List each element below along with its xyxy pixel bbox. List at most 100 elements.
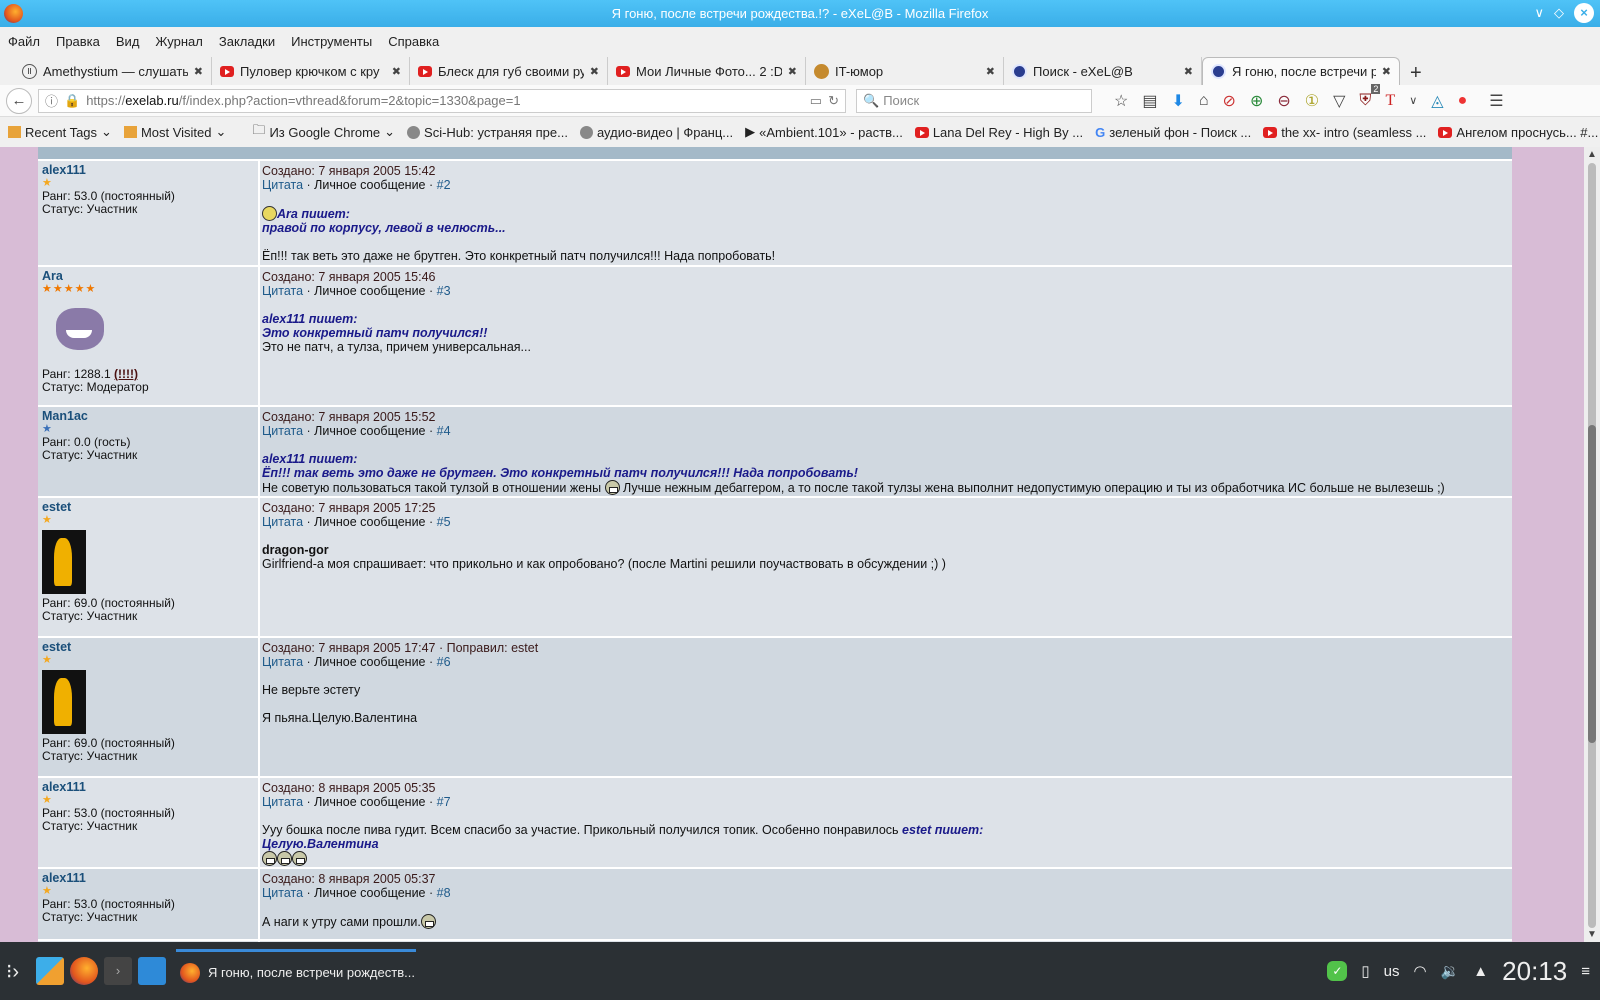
post-number-link[interactable]: #4: [437, 424, 451, 438]
bookmark-audio-video[interactable]: аудио-видео | Франц...: [579, 125, 733, 140]
quote-link[interactable]: Цитата: [262, 515, 303, 529]
pm-link[interactable]: Личное сообщение: [314, 655, 425, 669]
bookmarks-list-icon[interactable]: ▤: [1142, 91, 1157, 111]
bookmark-ambient[interactable]: ▶ «Ambient.101» - раств...: [745, 124, 903, 140]
drop-extension-icon[interactable]: ◬: [1431, 91, 1443, 111]
firefox-icon[interactable]: [70, 957, 98, 985]
zoom-reset-icon[interactable]: ①: [1305, 91, 1319, 111]
menu-history[interactable]: Журнал: [155, 34, 202, 49]
scroll-up-icon[interactable]: ▲: [1587, 149, 1597, 160]
bookmark-recent-tags[interactable]: Recent Tags ⌄: [8, 124, 112, 140]
username-link[interactable]: Man1ac: [42, 410, 254, 423]
minimize-button[interactable]: ∨: [1534, 5, 1544, 21]
zoom-in-icon[interactable]: ⊕: [1250, 91, 1263, 111]
close-tab-icon[interactable]: ✖: [392, 65, 401, 78]
bookmark-thexx[interactable]: the xx- intro (seamless ...: [1263, 125, 1426, 140]
bookmark-angelom[interactable]: Ангелом проснусь... #...: [1438, 125, 1598, 140]
file-manager-icon[interactable]: [138, 957, 166, 985]
close-tab-icon[interactable]: ✖: [986, 65, 995, 78]
menu-file[interactable]: Файл: [8, 34, 40, 49]
chevron-down-icon[interactable]: ∨: [1409, 94, 1417, 107]
scroll-down-icon[interactable]: ▼: [1587, 929, 1597, 940]
post-number-link[interactable]: #5: [437, 515, 451, 529]
noscript-icon[interactable]: ⊘: [1223, 91, 1236, 111]
username-link[interactable]: alex111: [42, 872, 254, 885]
quote-link[interactable]: Цитата: [262, 284, 303, 298]
post-number-link[interactable]: #8: [437, 886, 451, 900]
bookmark-star-icon[interactable]: ☆: [1114, 91, 1128, 111]
close-tab-icon[interactable]: ✖: [788, 65, 797, 78]
maximize-button[interactable]: ◇: [1554, 5, 1564, 21]
search-input[interactable]: 🔍 Поиск: [856, 88, 1092, 113]
color-extension-icon[interactable]: ●: [1458, 92, 1468, 110]
reload-icon[interactable]: ↻: [828, 93, 839, 109]
pm-link[interactable]: Личное сообщение: [314, 515, 425, 529]
close-tab-icon[interactable]: ✖: [1382, 65, 1391, 78]
usb-icon[interactable]: ▯: [1361, 962, 1369, 980]
tab-foto[interactable]: Мои Личные Фото... 2 :D ✖: [608, 57, 806, 85]
post-number-link[interactable]: #7: [437, 795, 451, 809]
menu-bookmarks[interactable]: Закладки: [219, 34, 275, 49]
menu-help[interactable]: Справка: [388, 34, 439, 49]
post-number-link[interactable]: #2: [437, 178, 451, 192]
pm-link[interactable]: Личное сообщение: [314, 424, 425, 438]
close-tab-icon[interactable]: ✖: [1184, 65, 1193, 78]
rank-extra-link[interactable]: (!!!!): [114, 367, 138, 381]
bookmark-most-visited[interactable]: Most Visited ⌄: [123, 124, 226, 140]
post-number-link[interactable]: #6: [437, 655, 451, 669]
home-icon[interactable]: ⌂: [1199, 92, 1209, 110]
page-scrollbar[interactable]: ▲ ▼: [1584, 147, 1600, 942]
bookmark-lana[interactable]: Lana Del Rey - High By ...: [914, 125, 1083, 140]
quote-link[interactable]: Цитата: [262, 178, 303, 192]
translate-icon[interactable]: T: [1385, 92, 1395, 110]
pocket-icon[interactable]: ▽: [1333, 91, 1345, 111]
volume-icon[interactable]: 🔉: [1441, 962, 1460, 980]
zoom-out-icon[interactable]: ⊖: [1277, 91, 1290, 111]
username-link[interactable]: estet: [42, 501, 254, 514]
menu-tools[interactable]: Инструменты: [291, 34, 372, 49]
keyboard-layout[interactable]: us: [1384, 963, 1400, 980]
tab-current-thread[interactable]: Я гоню, после встречи р ✖: [1202, 57, 1400, 85]
bookmark-scihub[interactable]: Sci-Hub: устраняя пре...: [407, 125, 568, 140]
quote-link[interactable]: Цитата: [262, 424, 303, 438]
tab-it-humor[interactable]: IT-юмор ✖: [806, 57, 1004, 85]
close-window-button[interactable]: ×: [1574, 3, 1594, 23]
clock[interactable]: 20:13: [1502, 956, 1567, 987]
scrollbar-thumb[interactable]: [1588, 425, 1596, 743]
tray-expand-icon[interactable]: ▲: [1473, 963, 1488, 980]
tab-blesk[interactable]: Блеск для губ своими ру ✖: [410, 57, 608, 85]
reader-view-icon[interactable]: ▭: [810, 93, 822, 109]
kde-icon[interactable]: [36, 957, 64, 985]
username-link[interactable]: estet: [42, 641, 254, 654]
pm-link[interactable]: Личное сообщение: [314, 795, 425, 809]
hamburger-menu-icon[interactable]: ☰: [1489, 91, 1503, 111]
menu-edit[interactable]: Правка: [56, 34, 100, 49]
username-link[interactable]: alex111: [42, 781, 254, 794]
terminal-icon[interactable]: ›: [104, 957, 132, 985]
pm-link[interactable]: Личное сообщение: [314, 284, 425, 298]
bookmark-from-chrome[interactable]: 🗀 Из Google Chrome ⌄: [252, 121, 395, 143]
download-icon[interactable]: ⬇: [1171, 91, 1184, 111]
pm-link[interactable]: Личное сообщение: [314, 178, 425, 192]
username-link[interactable]: alex111: [42, 164, 254, 177]
tab-amethystium[interactable]: II Amethystium — слушать ✖: [14, 57, 212, 85]
new-tab-button[interactable]: +: [1400, 62, 1432, 85]
app-launcher-icon[interactable]: ⁝›: [6, 959, 30, 984]
quote-link[interactable]: Цитата: [262, 886, 303, 900]
close-tab-icon[interactable]: ✖: [590, 65, 599, 78]
tab-search-exelab[interactable]: Поиск - eXeL@B ✖: [1004, 57, 1202, 85]
wifi-icon[interactable]: ◠: [1414, 962, 1427, 980]
taskbar-window-firefox[interactable]: Я гоню, после встречи рождеств...: [176, 949, 416, 993]
bookmark-green-bg[interactable]: Gзеленый фон - Поиск ...: [1095, 125, 1251, 140]
tab-pulover[interactable]: Пуловер крючком с кру ✖: [212, 57, 410, 85]
close-tab-icon[interactable]: ✖: [194, 65, 203, 78]
ublock-icon[interactable]: ⛨ 2: [1359, 83, 1381, 110]
username-link[interactable]: Ara: [42, 270, 254, 283]
panel-menu-icon[interactable]: ≡: [1581, 963, 1590, 980]
back-button[interactable]: ←: [6, 87, 32, 114]
url-bar[interactable]: ⓘ 🔒 https://exelab.ru/f/index.php?action…: [38, 88, 846, 113]
post-number-link[interactable]: #3: [437, 284, 451, 298]
skype-icon[interactable]: ✓: [1327, 961, 1348, 981]
info-icon[interactable]: ⓘ: [45, 91, 58, 110]
quote-link[interactable]: Цитата: [262, 655, 303, 669]
